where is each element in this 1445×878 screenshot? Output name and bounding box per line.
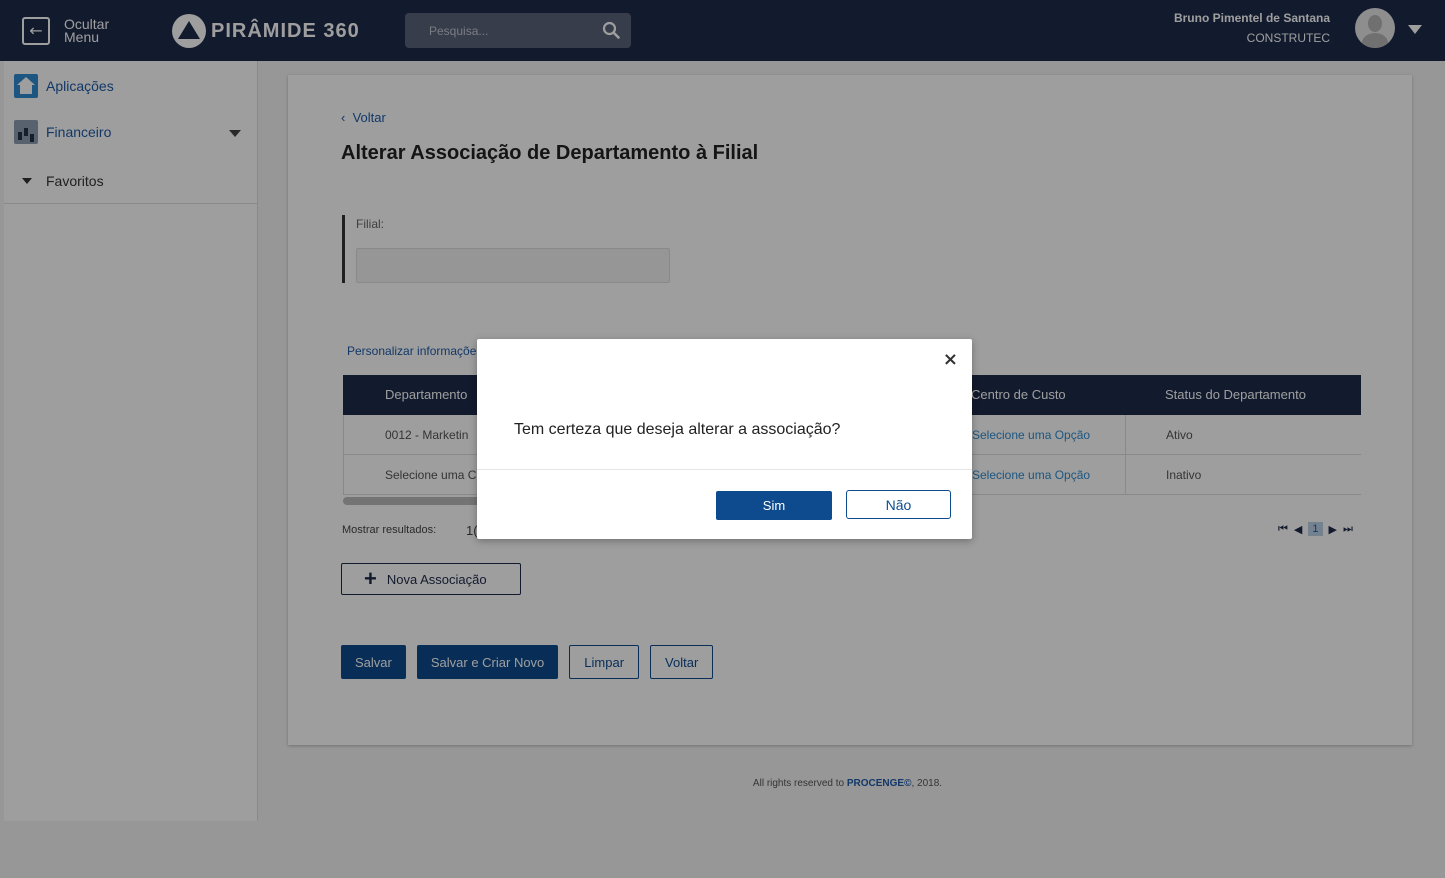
close-icon[interactable]: × <box>943 349 958 370</box>
dialog-message: Tem certeza que deseja alterar a associa… <box>514 421 841 438</box>
confirm-dialog: × Tem certeza que deseja alterar a assoc… <box>477 339 972 539</box>
yes-button[interactable]: Sim <box>716 491 832 520</box>
no-button[interactable]: Não <box>846 490 951 519</box>
divider <box>477 469 972 470</box>
